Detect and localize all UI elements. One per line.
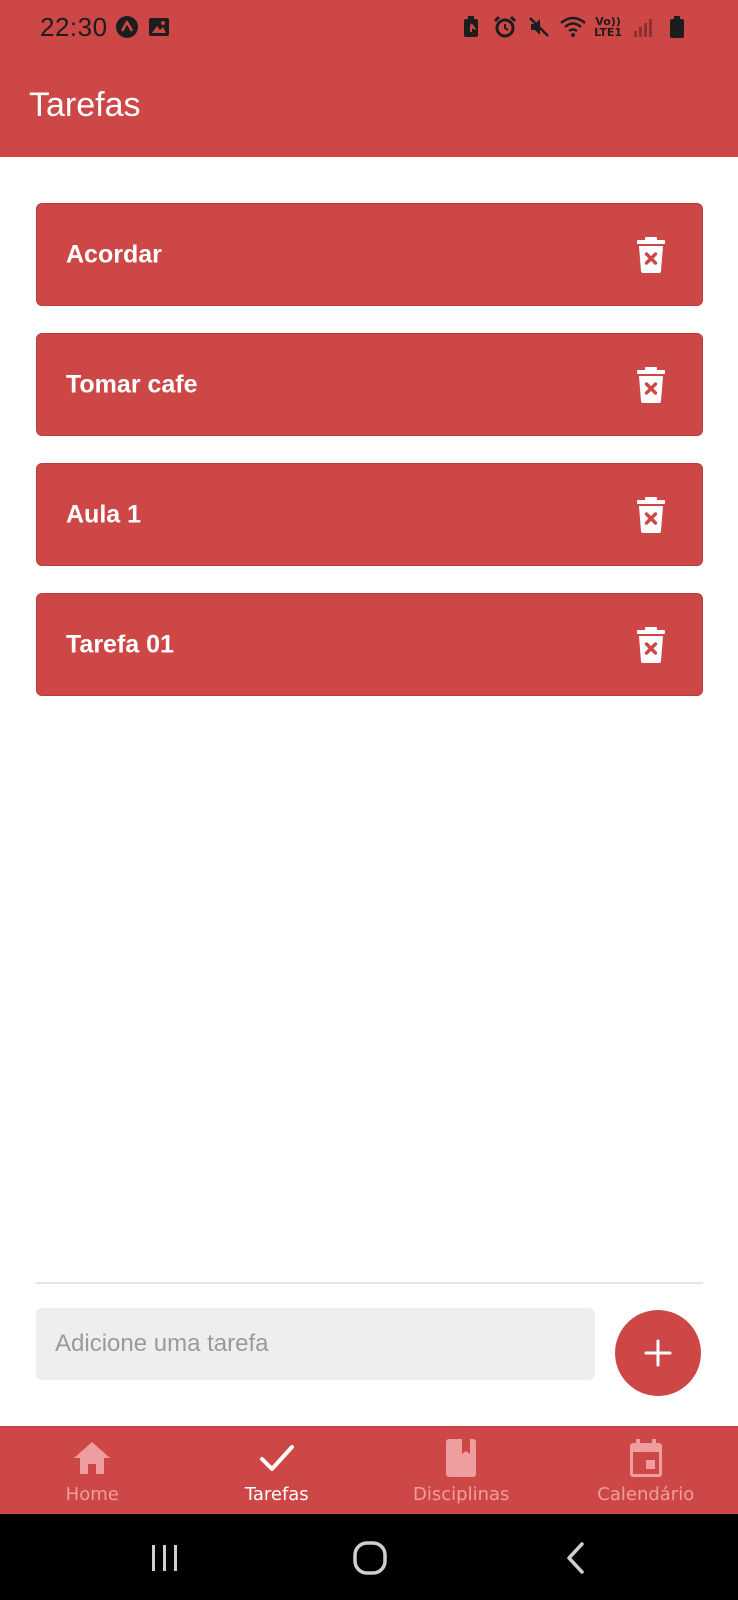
- status-time: 22:30: [40, 12, 108, 42]
- home-button-icon[interactable]: [350, 1538, 390, 1578]
- battery-saver-icon: [458, 14, 484, 40]
- lte-label: LTE1: [594, 26, 622, 39]
- nav-label-disciplinas: Disciplinas: [413, 1484, 510, 1505]
- task-input[interactable]: [36, 1308, 595, 1380]
- system-nav-bar: [0, 1514, 738, 1600]
- nav-label-home: Home: [65, 1484, 119, 1505]
- task-item[interactable]: Acordar: [36, 203, 703, 306]
- back-icon[interactable]: [556, 1538, 596, 1578]
- task-label: Tomar cafe: [66, 370, 198, 398]
- volte-icon: Vo)) LTE1: [594, 16, 622, 38]
- page-title: Tarefas: [29, 86, 141, 124]
- alarm-icon: [492, 14, 518, 40]
- task-item[interactable]: Tarefa 01: [36, 593, 703, 696]
- nav-label-calendario: Calendário: [597, 1484, 695, 1505]
- check-icon: [257, 1438, 297, 1478]
- task-item[interactable]: Aula 1: [36, 463, 703, 566]
- task-label: Tarefa 01: [66, 630, 174, 658]
- add-task-button[interactable]: [615, 1310, 701, 1396]
- status-right-icons: Vo)) LTE1: [458, 14, 690, 40]
- task-item[interactable]: Tomar cafe: [36, 333, 703, 436]
- nav-label-tarefas: Tarefas: [244, 1484, 309, 1505]
- battery-icon: [664, 14, 690, 40]
- task-label: Acordar: [66, 240, 162, 268]
- status-left-icons: [114, 14, 172, 40]
- delete-icon[interactable]: [636, 366, 666, 403]
- task-label: Aula 1: [66, 500, 142, 528]
- recent-apps-icon[interactable]: [145, 1538, 185, 1578]
- image-icon: [146, 14, 172, 40]
- nav-item-calendario[interactable]: Calendário: [554, 1426, 738, 1514]
- divider: [36, 1282, 703, 1284]
- nav-item-home[interactable]: Home: [0, 1426, 185, 1514]
- mute-icon: [526, 14, 552, 40]
- book-icon: [441, 1438, 481, 1478]
- plus-icon: [643, 1338, 673, 1368]
- delete-icon[interactable]: [636, 496, 666, 533]
- tasks-screen: 22:30 Vo)) LTE1 Tarefas Acordar Tomar ca…: [0, 0, 738, 1600]
- nav-item-tarefas[interactable]: Tarefas: [185, 1426, 370, 1514]
- calendar-icon: [626, 1438, 666, 1478]
- status-bar: 22:30 Vo)) LTE1: [0, 0, 738, 56]
- signal-icon: [630, 14, 656, 40]
- task-list: Acordar Tomar cafe Aula 1 Tarefa 01: [36, 203, 703, 723]
- app-notification-icon: [114, 14, 140, 40]
- wifi-icon: [560, 14, 586, 40]
- home-icon: [72, 1438, 112, 1478]
- header: 22:30 Vo)) LTE1 Tarefas: [0, 0, 738, 157]
- delete-icon[interactable]: [636, 626, 666, 663]
- nav-item-disciplinas[interactable]: Disciplinas: [369, 1426, 554, 1514]
- delete-icon[interactable]: [636, 236, 666, 273]
- bottom-nav: Home Tarefas Disciplinas Calendário: [0, 1426, 738, 1514]
